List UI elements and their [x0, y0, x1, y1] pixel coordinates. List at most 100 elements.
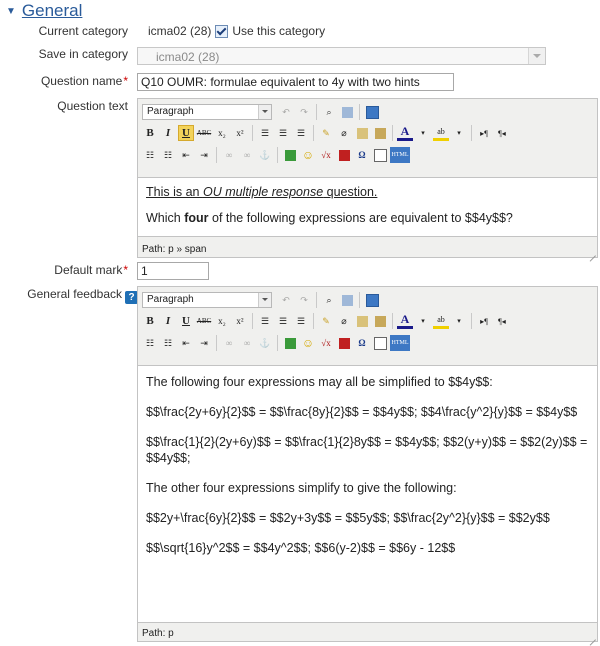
image-icon[interactable]	[282, 147, 298, 163]
media-icon[interactable]	[336, 335, 352, 351]
toolbar-divider	[392, 125, 393, 141]
bullet-list-icon[interactable]: ☷	[142, 147, 158, 163]
superscript-button[interactable]: x²	[232, 313, 248, 329]
anchor-icon[interactable]: ⚓	[257, 147, 273, 163]
paste-word-icon[interactable]	[372, 313, 388, 329]
resize-handle-icon[interactable]	[588, 248, 596, 256]
replace-icon[interactable]	[339, 104, 355, 120]
resize-handle-icon[interactable]	[588, 632, 596, 640]
text-color-icon[interactable]: A	[397, 312, 413, 329]
general-feedback-content[interactable]: The following four expressions may all b…	[138, 365, 597, 623]
unformat-icon[interactable]: ⌀	[336, 125, 352, 141]
format-select[interactable]: Paragraph	[142, 104, 272, 120]
rtl-icon[interactable]: ¶◂	[494, 125, 510, 141]
align-left-icon[interactable]: ☰	[257, 125, 273, 141]
numbered-list-icon[interactable]: ☷	[160, 147, 176, 163]
image-icon[interactable]	[282, 335, 298, 351]
bullet-list-icon[interactable]: ☷	[142, 335, 158, 351]
toolbar-divider	[216, 147, 217, 163]
paste-word-icon[interactable]	[372, 125, 388, 141]
replace-icon[interactable]	[339, 292, 355, 308]
chevron-down-icon[interactable]: ▾	[415, 125, 431, 141]
text-color-icon[interactable]: A	[397, 124, 413, 141]
link-icon[interactable]: ∞	[221, 147, 237, 163]
save-in-category-select[interactable]: icma02 (28)	[137, 47, 546, 65]
html-button[interactable]: HTML	[390, 147, 410, 163]
emoticon-icon[interactable]: ☺	[300, 147, 316, 163]
anchor-icon[interactable]: ⚓	[257, 335, 273, 351]
align-left-icon[interactable]: ☰	[257, 313, 273, 329]
default-mark-input[interactable]: 1	[137, 262, 209, 280]
indent-icon[interactable]: ⇥	[196, 147, 212, 163]
html-button[interactable]: HTML	[390, 335, 410, 351]
highlight-icon[interactable]: ab	[433, 314, 449, 329]
editor-path: Path: p » span	[142, 244, 207, 255]
ltr-icon[interactable]: ▸¶	[476, 313, 492, 329]
fullscreen-icon[interactable]	[364, 104, 380, 120]
fullscreen-icon[interactable]	[364, 292, 380, 308]
find-icon[interactable]: ⌕	[321, 292, 337, 308]
outdent-icon[interactable]: ⇤	[178, 335, 194, 351]
link-icon[interactable]: ∞	[221, 335, 237, 351]
chevron-down-icon[interactable]: ▾	[451, 125, 467, 141]
section-title[interactable]: General	[22, 1, 82, 21]
strikethrough-button[interactable]: ABC	[196, 125, 212, 141]
italic-button[interactable]: I	[160, 125, 176, 141]
bold-button[interactable]: B	[142, 313, 158, 329]
question-name-input[interactable]: Q10 OUMR: formulae equivalent to 4y with…	[137, 73, 454, 91]
section-header-general[interactable]: ▼ General	[6, 0, 82, 22]
redo-icon[interactable]: ↷	[296, 104, 312, 120]
equation-icon[interactable]: √x	[318, 147, 334, 163]
format-select[interactable]: Paragraph	[142, 292, 272, 308]
paste-text-icon[interactable]	[354, 313, 370, 329]
spellcheck-icon[interactable]	[372, 335, 388, 351]
media-icon[interactable]	[336, 147, 352, 163]
unlink-icon[interactable]: ∞	[239, 147, 255, 163]
underline-button[interactable]: U	[178, 125, 194, 141]
indent-icon[interactable]: ⇥	[196, 335, 212, 351]
subscript-button[interactable]: x₂	[214, 125, 230, 141]
save-in-category-label: Save in category	[38, 47, 128, 61]
find-icon[interactable]: ⌕	[321, 104, 337, 120]
chevron-down-icon	[258, 105, 271, 119]
special-char-icon[interactable]: Ω	[354, 147, 370, 163]
align-right-icon[interactable]: ☰	[293, 125, 309, 141]
italic-button[interactable]: I	[160, 313, 176, 329]
toolbar-row-1: Paragraph ↶ ↷ ⌕	[142, 102, 380, 122]
redo-icon[interactable]: ↷	[296, 292, 312, 308]
undo-icon[interactable]: ↶	[278, 292, 294, 308]
toolbar-divider	[277, 335, 278, 351]
equation-icon[interactable]: √x	[318, 335, 334, 351]
align-center-icon[interactable]: ☰	[275, 125, 291, 141]
use-this-category-label: Use this category	[232, 24, 326, 38]
chevron-down-icon[interactable]: ▾	[451, 313, 467, 329]
bold-button[interactable]: B	[142, 125, 158, 141]
undo-icon[interactable]: ↶	[278, 104, 294, 120]
spellcheck-icon[interactable]	[372, 147, 388, 163]
emoticon-icon[interactable]: ☺	[300, 335, 316, 351]
unformat-icon[interactable]: ⌀	[336, 313, 352, 329]
clean-icon[interactable]: ✎	[318, 125, 334, 141]
toolbar-row-2: B I U ABC x₂ x² ☰ ☰ ☰ ✎ ⌀ A ▾ ab ▾ ▸¶ ¶◂	[142, 311, 510, 331]
chevron-down-icon[interactable]: ▾	[415, 313, 431, 329]
special-char-icon[interactable]: Ω	[354, 335, 370, 351]
collapse-triangle-icon[interactable]: ▼	[6, 6, 16, 17]
align-right-icon[interactable]: ☰	[293, 313, 309, 329]
align-center-icon[interactable]: ☰	[275, 313, 291, 329]
editor-path: Path: p	[142, 628, 174, 639]
numbered-list-icon[interactable]: ☷	[160, 335, 176, 351]
outdent-icon[interactable]: ⇤	[178, 147, 194, 163]
question-text-content[interactable]: This is an OU multiple response question…	[138, 177, 597, 237]
rtl-icon[interactable]: ¶◂	[494, 313, 510, 329]
superscript-button[interactable]: x²	[232, 125, 248, 141]
feedback-paragraph: The other four expressions simplify to g…	[146, 481, 457, 495]
unlink-icon[interactable]: ∞	[239, 335, 255, 351]
subscript-button[interactable]: x₂	[214, 313, 230, 329]
underline-button[interactable]: U	[178, 313, 194, 329]
use-this-category-checkbox[interactable]	[215, 24, 229, 38]
clean-icon[interactable]: ✎	[318, 313, 334, 329]
paste-text-icon[interactable]	[354, 125, 370, 141]
highlight-icon[interactable]: ab	[433, 126, 449, 141]
strikethrough-button[interactable]: ABC	[196, 313, 212, 329]
ltr-icon[interactable]: ▸¶	[476, 125, 492, 141]
